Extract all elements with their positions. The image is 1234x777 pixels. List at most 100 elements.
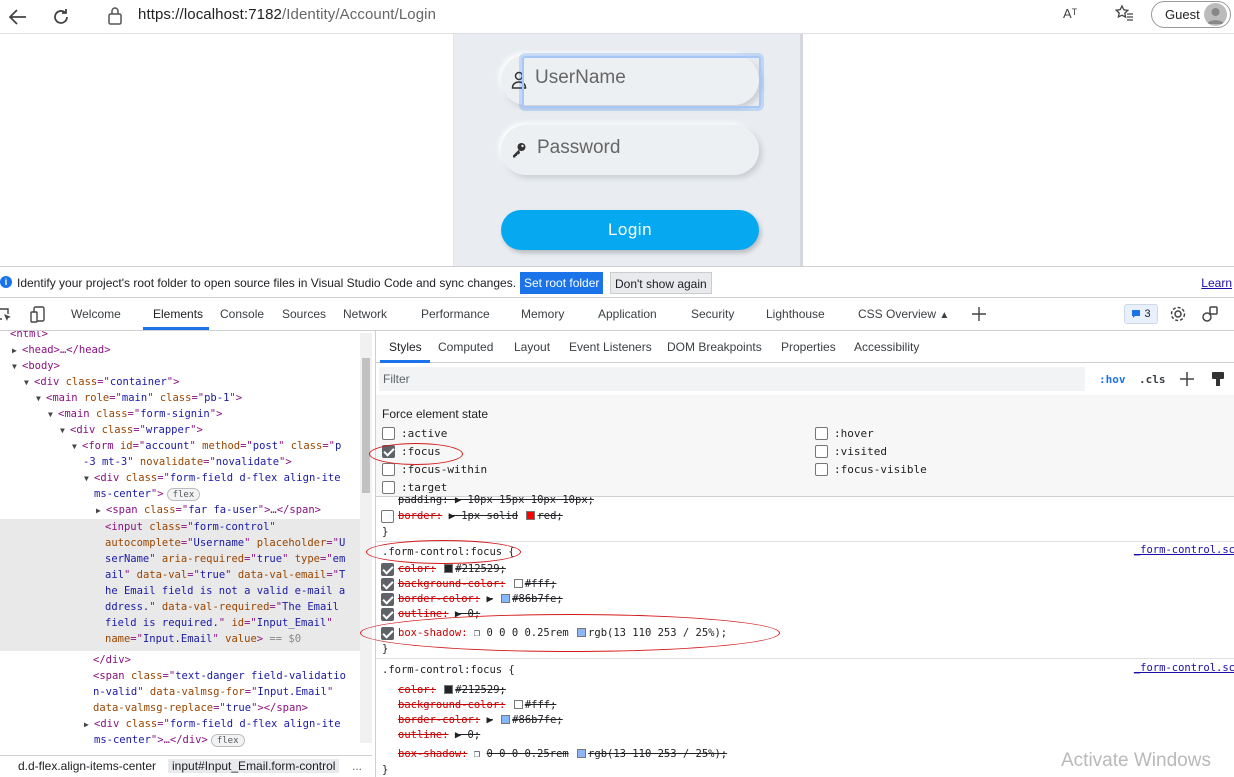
breadcrumb-more[interactable]: ... [352, 759, 362, 773]
border-color-declaration-2[interactable]: border-color: ▶ #86b7fe; [398, 712, 563, 728]
breadcrumb-item-active[interactable]: input#Input_Email.form-control [168, 759, 340, 773]
connected-devices-icon[interactable] [1201, 305, 1219, 323]
tab-memory[interactable]: Memory [521, 307, 564, 321]
state-active-toggle[interactable]: :active [382, 427, 447, 440]
subtab-accessibility[interactable]: Accessibility [854, 340, 919, 354]
color-swatch-white[interactable] [513, 700, 523, 709]
source-link[interactable]: _form-control.sc [1134, 544, 1234, 556]
tab-security[interactable]: Security [691, 307, 734, 321]
tab-performance[interactable]: Performance [421, 307, 490, 321]
color-declaration[interactable]: color: #212529; [398, 561, 506, 577]
dom-node-span-validation[interactable]: <span class="text-danger field-validatio [93, 668, 346, 684]
checkbox-checked[interactable] [381, 593, 394, 606]
box-shadow-declaration-2[interactable]: box-shadow: ❐ 0 0 0 0.25rem rgb(13 110 2… [398, 746, 727, 762]
hover-state-toggle[interactable]: :hov [1099, 373, 1126, 386]
styles-filter-input[interactable]: Filter [379, 367, 1085, 391]
tab-lighthouse[interactable]: Lighthouse [766, 307, 825, 321]
source-link-2[interactable]: _form-control.sc [1134, 662, 1234, 674]
outline-declaration-2[interactable]: outline: ▶ 0; [398, 727, 480, 743]
state-hover-toggle[interactable]: :hover [815, 427, 874, 440]
rule-selector[interactable]: .form-control:focus { [382, 544, 515, 560]
checkbox-checked[interactable] [382, 445, 395, 458]
username-field[interactable]: UserName [501, 55, 761, 108]
dont-show-again-button[interactable]: Don't show again [610, 272, 712, 294]
device-toolbar-icon[interactable] [30, 306, 48, 324]
dom-node-body[interactable]: ▼ <body> [12, 358, 60, 374]
collapse-triangle-icon[interactable]: ▼ [72, 439, 82, 455]
set-root-folder-button[interactable]: Set root folder [520, 272, 604, 294]
dom-node-head[interactable]: ▶ <head>…</head> [12, 342, 111, 358]
checkbox-checked[interactable] [381, 627, 394, 640]
collapse-triangle-icon[interactable]: ▼ [60, 423, 70, 439]
issues-badge[interactable]: 3 [1124, 304, 1158, 324]
login-button[interactable]: Login [501, 210, 759, 250]
checkbox[interactable] [382, 427, 395, 440]
dom-node-html[interactable]: <html> [10, 331, 48, 342]
plus-icon[interactable] [971, 306, 987, 322]
dom-node-main-form-signin[interactable]: ▼ <main class="form-signin"> [48, 406, 222, 422]
password-field[interactable]: Password [501, 125, 759, 175]
dom-node-div-form-field-2[interactable]: ▶ <div class="form-field d-flex align-ite [84, 716, 341, 732]
dom-node-div-close[interactable]: </div> [93, 652, 131, 668]
inspect-element-icon[interactable] [0, 307, 12, 323]
dom-node-div-form-field[interactable]: ▼ <div class="form-field d-flex align-ite [84, 470, 341, 486]
checkbox[interactable] [382, 463, 395, 476]
flex-badge[interactable]: flex [166, 488, 201, 501]
elements-dom-tree[interactable]: <html> ▶ <head>…</head> ▼ <body> ▼ <div cla… [0, 331, 372, 755]
subtab-dom-breakpoints[interactable]: DOM Breakpoints [667, 340, 762, 354]
dom-node-div-container[interactable]: ▼ <div class="container"> [24, 374, 179, 390]
collapse-triangle-icon[interactable]: ▼ [24, 375, 34, 391]
dom-node-input-email[interactable]: <input class="form-control" [105, 519, 276, 535]
read-aloud-icon[interactable]: Aᵀ [1063, 6, 1077, 21]
collapse-triangle-icon[interactable]: ▼ [84, 471, 94, 487]
tab-network[interactable]: Network [343, 307, 387, 321]
color-swatch-red[interactable] [526, 511, 536, 520]
state-visited-toggle[interactable]: :visited [815, 445, 887, 458]
border-declaration[interactable]: border: ▶ 1px solid red; [398, 508, 563, 524]
paint-bucket-icon[interactable] [1211, 371, 1225, 387]
tab-sources[interactable]: Sources [282, 307, 326, 321]
box-shadow-declaration[interactable]: box-shadow: ❐ 0 0 0 0.25rem rgb(13 110 2… [398, 625, 727, 641]
gear-icon[interactable] [1169, 305, 1187, 323]
outline-declaration[interactable]: outline: ▶ 0; [398, 606, 480, 622]
color-swatch-dark[interactable] [444, 564, 454, 573]
subtab-styles[interactable]: Styles [389, 340, 422, 354]
dom-node-div-wrapper[interactable]: ▼ <div class="wrapper"> [60, 422, 203, 438]
dom-node-form[interactable]: ▼ <form id="account" method="post" class=… [72, 438, 341, 454]
expand-triangle-icon[interactable]: ▶ [84, 717, 94, 733]
class-toggle[interactable]: .cls [1139, 373, 1166, 386]
collapse-triangle-icon[interactable]: ▼ [48, 407, 58, 423]
checkbox[interactable] [815, 463, 828, 476]
checkbox-checked[interactable] [381, 563, 394, 576]
shadow-editor-icon[interactable]: ❐ [474, 748, 480, 760]
flex-badge[interactable]: flex [210, 734, 245, 747]
color-swatch-blue[interactable] [501, 594, 511, 603]
color-swatch-shadow[interactable] [577, 749, 587, 758]
back-button[interactable] [5, 4, 31, 30]
color-swatch-white[interactable] [513, 579, 523, 588]
checkbox[interactable] [815, 445, 828, 458]
subtab-layout[interactable]: Layout [514, 340, 550, 354]
new-rule-plus-icon[interactable] [1179, 371, 1195, 387]
checkbox[interactable] [815, 427, 828, 440]
checkbox-checked[interactable] [381, 578, 394, 591]
address-bar[interactable]: https://localhost:7182/Identity/Account/… [138, 6, 436, 23]
tab-console[interactable]: Console [220, 307, 264, 321]
learn-more-link[interactable]: Learn [1201, 276, 1232, 290]
dom-tree-scrollbar[interactable] [360, 333, 372, 743]
tab-elements[interactable]: Elements [153, 307, 203, 321]
subtab-properties[interactable]: Properties [781, 340, 836, 354]
tab-welcome[interactable]: Welcome [71, 307, 121, 321]
favorites-button[interactable] [1114, 4, 1134, 27]
checkbox-checked[interactable] [381, 608, 394, 621]
state-focus-within-toggle[interactable]: :focus-within [382, 463, 487, 476]
checkbox[interactable] [381, 510, 394, 523]
breadcrumb-item[interactable]: d.d-flex.align-items-center [18, 759, 156, 773]
tab-css-overview[interactable]: CSS Overview ▲ [858, 307, 949, 321]
shadow-editor-icon[interactable]: ❐ [474, 627, 480, 639]
rule-selector-2[interactable]: .form-control:focus { [382, 662, 515, 678]
scrollbar-thumb[interactable] [362, 358, 370, 493]
tab-application[interactable]: Application [598, 307, 657, 321]
profile-button[interactable]: Guest [1151, 1, 1231, 28]
dom-node-main[interactable]: ▼ <main role="main" class="pb-1"> [36, 390, 242, 406]
